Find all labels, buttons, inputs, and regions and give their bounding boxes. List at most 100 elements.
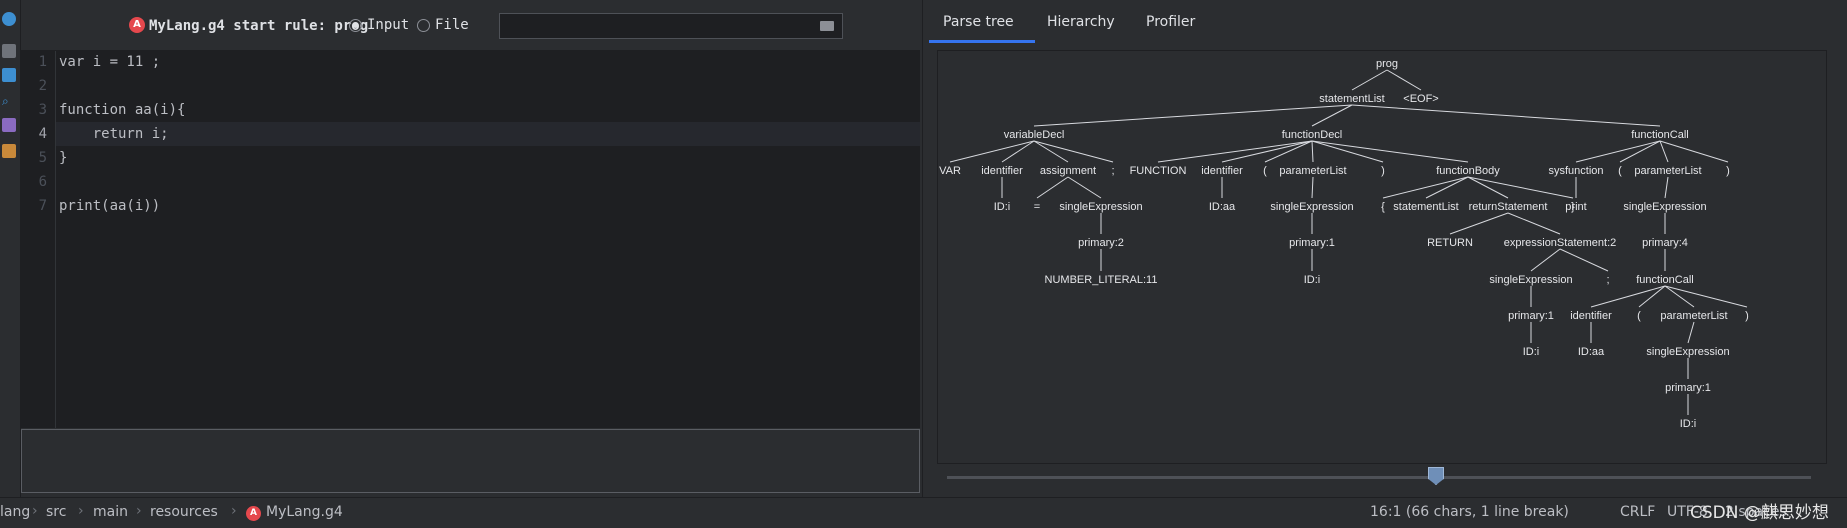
breadcrumb-file[interactable]: MyLang.g4 xyxy=(266,504,343,520)
file-path-field[interactable] xyxy=(499,13,843,39)
tree-node-var[interactable]: VAR xyxy=(939,165,961,177)
tree-node-asg[interactable]: assignment xyxy=(1040,165,1096,177)
tree-node-es[interactable]: expressionStatement:2 xyxy=(1504,237,1617,249)
tree-node-sl[interactable]: statementList xyxy=(1319,93,1384,105)
tree-node-pr2[interactable]: primary:2 xyxy=(1078,237,1124,249)
tree-node-se5[interactable]: singleExpression xyxy=(1646,346,1729,358)
code-line[interactable]: return i; xyxy=(59,126,169,142)
tree-edge xyxy=(1449,212,1509,235)
hierarchy-icon[interactable] xyxy=(2,118,16,132)
tree-node-lp2[interactable]: ( xyxy=(1618,165,1622,177)
breadcrumb-project[interactable]: lang xyxy=(0,504,30,520)
zoom-slider-track[interactable] xyxy=(947,476,1811,479)
tree-node-pr4[interactable]: primary:4 xyxy=(1642,237,1688,249)
refresh-icon[interactable] xyxy=(2,12,16,26)
zoom-slider-thumb[interactable] xyxy=(1428,467,1444,485)
tree-node-idi2[interactable]: ID:i xyxy=(1304,274,1321,286)
tree-edge xyxy=(1351,104,1661,127)
file-radio[interactable] xyxy=(417,19,430,32)
tree-node-func[interactable]: FUNCTION xyxy=(1130,165,1187,177)
tab-profiler[interactable]: Profiler xyxy=(1146,14,1195,30)
line-number: 2 xyxy=(38,78,47,94)
tree-node-se3[interactable]: singleExpression xyxy=(1623,201,1706,213)
tree-node-idaa1[interactable]: ID:aa xyxy=(1209,201,1236,213)
tree-node-se1[interactable]: singleExpression xyxy=(1059,201,1142,213)
code-line[interactable]: var i = 11 ; xyxy=(59,54,160,70)
code-line[interactable]: print(aa(i)) xyxy=(59,198,160,214)
folder-icon[interactable] xyxy=(820,21,834,31)
tree-node-eof[interactable]: <EOF> xyxy=(1403,93,1438,105)
tree-node-vd[interactable]: variableDecl xyxy=(1004,129,1065,141)
tree-node-id1[interactable]: identifier xyxy=(981,165,1023,177)
tree-node-prog[interactable]: prog xyxy=(1376,58,1398,70)
tab-hierarchy[interactable]: Hierarchy xyxy=(1047,14,1115,30)
tree-node-ret[interactable]: RETURN xyxy=(1427,237,1473,249)
code-line[interactable]: function aa(i){ xyxy=(59,102,185,118)
tree-node-sysf[interactable]: sysfunction xyxy=(1548,165,1603,177)
tree-edge xyxy=(1311,104,1353,127)
chevron-right-icon: › xyxy=(231,503,237,519)
cursor-position[interactable]: 16:1 (66 chars, 1 line break) xyxy=(1370,504,1569,520)
breadcrumb-resources[interactable]: resources xyxy=(150,504,218,520)
status-bar: lang › src › main › resources › A MyLang… xyxy=(0,497,1847,528)
tree-node-fb[interactable]: functionBody xyxy=(1436,165,1500,177)
tree-node-fd[interactable]: functionDecl xyxy=(1282,129,1343,141)
line-number: 6 xyxy=(38,174,47,190)
tree-node-idi4[interactable]: ID:i xyxy=(1680,418,1697,430)
tree-node-pl3[interactable]: parameterList xyxy=(1660,310,1727,322)
tree-edge xyxy=(1638,285,1666,308)
export-icon[interactable] xyxy=(2,68,16,82)
tree-node-pl2[interactable]: parameterList xyxy=(1634,165,1701,177)
chevron-right-icon: › xyxy=(136,503,142,519)
tree-node-idaa2[interactable]: ID:aa xyxy=(1578,346,1605,358)
tree-node-se2[interactable]: singleExpression xyxy=(1270,201,1353,213)
tree-node-semi1[interactable]: ; xyxy=(1111,165,1114,177)
tree-node-pr1b[interactable]: primary:1 xyxy=(1508,310,1554,322)
tree-icon[interactable] xyxy=(2,144,16,158)
tree-edge xyxy=(1067,176,1102,199)
antlr-icon: A xyxy=(129,17,145,33)
code-editor[interactable]: var i = 11 ; function aa(i){ return i;} pr… xyxy=(56,51,920,428)
tree-node-rp1[interactable]: ) xyxy=(1381,165,1385,177)
breadcrumb-src[interactable]: src xyxy=(46,504,66,520)
input-radio-label[interactable]: Input xyxy=(367,17,409,33)
tree-node-rp2[interactable]: ) xyxy=(1726,165,1730,177)
tree-node-num[interactable]: NUMBER_LITERAL:11 xyxy=(1045,274,1158,286)
tree-node-lp1[interactable]: ( xyxy=(1263,165,1267,177)
search-icon[interactable]: ⌕ xyxy=(2,94,16,108)
tree-node-idi1[interactable]: ID:i xyxy=(994,201,1011,213)
tree-node-pr1a[interactable]: primary:1 xyxy=(1289,237,1335,249)
tree-node-lb[interactable]: { xyxy=(1381,201,1385,213)
breadcrumb-main[interactable]: main xyxy=(93,504,128,520)
tree-node-se4[interactable]: singleExpression xyxy=(1489,274,1572,286)
tree-node-id3[interactable]: identifier xyxy=(1570,310,1612,322)
file-radio-label[interactable]: File xyxy=(435,17,469,33)
tree-edge xyxy=(1530,248,1561,272)
tree-node-idi3[interactable]: ID:i xyxy=(1523,346,1540,358)
tree-node-sl2[interactable]: statementList xyxy=(1393,201,1458,213)
start-rule-label: MyLang.g4 start rule: prog xyxy=(149,18,369,34)
parse-tree-canvas[interactable]: prog statementList <EOF> variableDecl functi… xyxy=(937,50,1827,464)
stop-icon[interactable] xyxy=(2,44,16,58)
tab-parse-tree[interactable]: Parse tree xyxy=(943,14,1014,30)
tree-node-semi2[interactable]: ; xyxy=(1606,274,1609,286)
console-output[interactable] xyxy=(21,429,920,493)
tree-edge xyxy=(1033,104,1353,127)
tree-node-fc2[interactable]: functionCall xyxy=(1636,274,1693,286)
tree-node-print[interactable]: print xyxy=(1565,201,1586,213)
tree-edge xyxy=(1311,140,1384,163)
tree-node-pr1c[interactable]: primary:1 xyxy=(1665,382,1711,394)
tree-node-id2[interactable]: identifier xyxy=(1201,165,1243,177)
tree-node-eq[interactable]: = xyxy=(1034,201,1040,213)
line-ending[interactable]: CRLF xyxy=(1620,504,1655,520)
code-line[interactable]: } xyxy=(59,150,67,166)
tree-node-lp3[interactable]: ( xyxy=(1637,310,1641,322)
tree-edge xyxy=(1664,285,1695,308)
tree-node-rs[interactable]: returnStatement xyxy=(1469,201,1548,213)
tree-node-rp3[interactable]: ) xyxy=(1745,310,1749,322)
tree-node-pl1[interactable]: parameterList xyxy=(1279,165,1346,177)
tree-edge xyxy=(1311,140,1469,163)
tree-edge xyxy=(1311,176,1314,199)
input-radio[interactable] xyxy=(349,19,362,32)
tree-node-fc[interactable]: functionCall xyxy=(1631,129,1688,141)
